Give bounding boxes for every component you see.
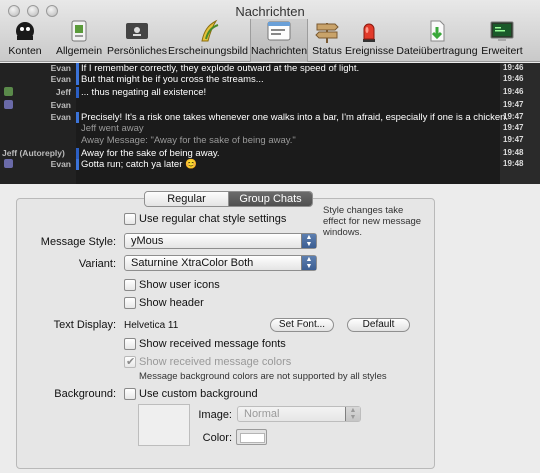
toolbar-item-erweitert[interactable]: Erweitert (480, 19, 524, 62)
toolbar-item-allgemein[interactable]: Allgemein (54, 19, 104, 62)
tab-regular-chats[interactable]: Regular Chats (145, 192, 229, 206)
toolbar-item-dateiuebertragung[interactable]: Dateiübertragung (395, 19, 479, 62)
background-image-well[interactable] (138, 404, 190, 446)
tab-group-chats[interactable]: Group Chats (229, 192, 312, 206)
style-change-note: Style changes take effect for new messag… (323, 205, 422, 238)
toolbar-item-ereignisse[interactable]: Ereignisse (345, 19, 394, 62)
use-regular-style-checkbox[interactable] (124, 213, 136, 225)
popup-arrows-icon: ▲ ▼ (301, 256, 316, 270)
preview-line: Evan But that might be if you cross the … (50, 74, 524, 85)
advanced-icon (490, 21, 514, 41)
set-font-button[interactable]: Set Font... (270, 318, 334, 332)
window-title: Nachrichten (235, 4, 305, 19)
popup-arrows-icon: ▲ ▼ (345, 407, 360, 421)
preview-line: Jeff ... thus negating all existence! 19… (0, 87, 540, 98)
show-user-icons-checkbox[interactable] (124, 279, 136, 291)
preview-line: Evan If I remember correctly, they explo… (50, 63, 524, 74)
general-icon (71, 20, 87, 42)
toolbar-item-nachrichten[interactable]: Nachrichten (250, 19, 308, 62)
background-colors-note: Message background colors are not suppor… (139, 371, 387, 382)
status-icon (315, 23, 339, 43)
appearance-icon (201, 19, 219, 42)
file-transfer-icon (430, 20, 445, 42)
preview-line: Jeff (Autoreply) Away for the sake of be… (2, 148, 524, 159)
toolbar-item-status[interactable]: Status (311, 19, 343, 62)
preview-line: Evan 19:47 (0, 100, 540, 111)
show-header-checkbox[interactable] (124, 297, 136, 309)
background-color-well[interactable] (236, 429, 267, 445)
avatar (4, 100, 13, 109)
variant-popup[interactable]: Saturnine XtraColor Both ▲ ▼ (124, 255, 317, 271)
messages-icon (267, 21, 291, 41)
toolbar-item-persoenliches[interactable]: Persönliches (106, 19, 168, 62)
background-image-mode-popup[interactable]: Normal ▲ ▼ (237, 406, 361, 422)
toolbar-item-konten[interactable]: Konten (2, 19, 48, 62)
default-font-button[interactable]: Default (347, 318, 410, 332)
preview-line: Evan Precisely! It's a risk one takes wh… (50, 112, 524, 123)
preview-line: Jeff went away 19:47 (81, 123, 524, 134)
preview-line: Away Message: "Away for the sake of bein… (81, 135, 524, 146)
show-received-fonts-checkbox[interactable] (124, 338, 136, 350)
message-style-preview: Evan If I remember correctly, they explo… (0, 63, 540, 184)
window-titlebar: Nachrichten Konten Allgemein Persönliche… (0, 0, 540, 62)
text-display-font: Helvetica 11 (124, 320, 179, 331)
personal-icon (126, 23, 148, 39)
avatar (4, 159, 13, 168)
chat-type-tabs: Regular Chats Group Chats (144, 191, 313, 207)
accounts-icon (16, 22, 34, 40)
message-style-popup[interactable]: yMous ▲ ▼ (124, 233, 317, 249)
show-received-colors-checkbox[interactable] (124, 355, 136, 368)
avatar (4, 87, 13, 96)
toolbar-item-erscheinungsbild[interactable]: Erscheinungsbild (168, 19, 248, 62)
preview-line: Evan Gotta run; catch ya later 😊 19:48 (0, 159, 540, 170)
use-custom-background-checkbox[interactable] (124, 388, 136, 400)
popup-arrows-icon: ▲ ▼ (301, 234, 316, 248)
events-icon (363, 23, 375, 42)
